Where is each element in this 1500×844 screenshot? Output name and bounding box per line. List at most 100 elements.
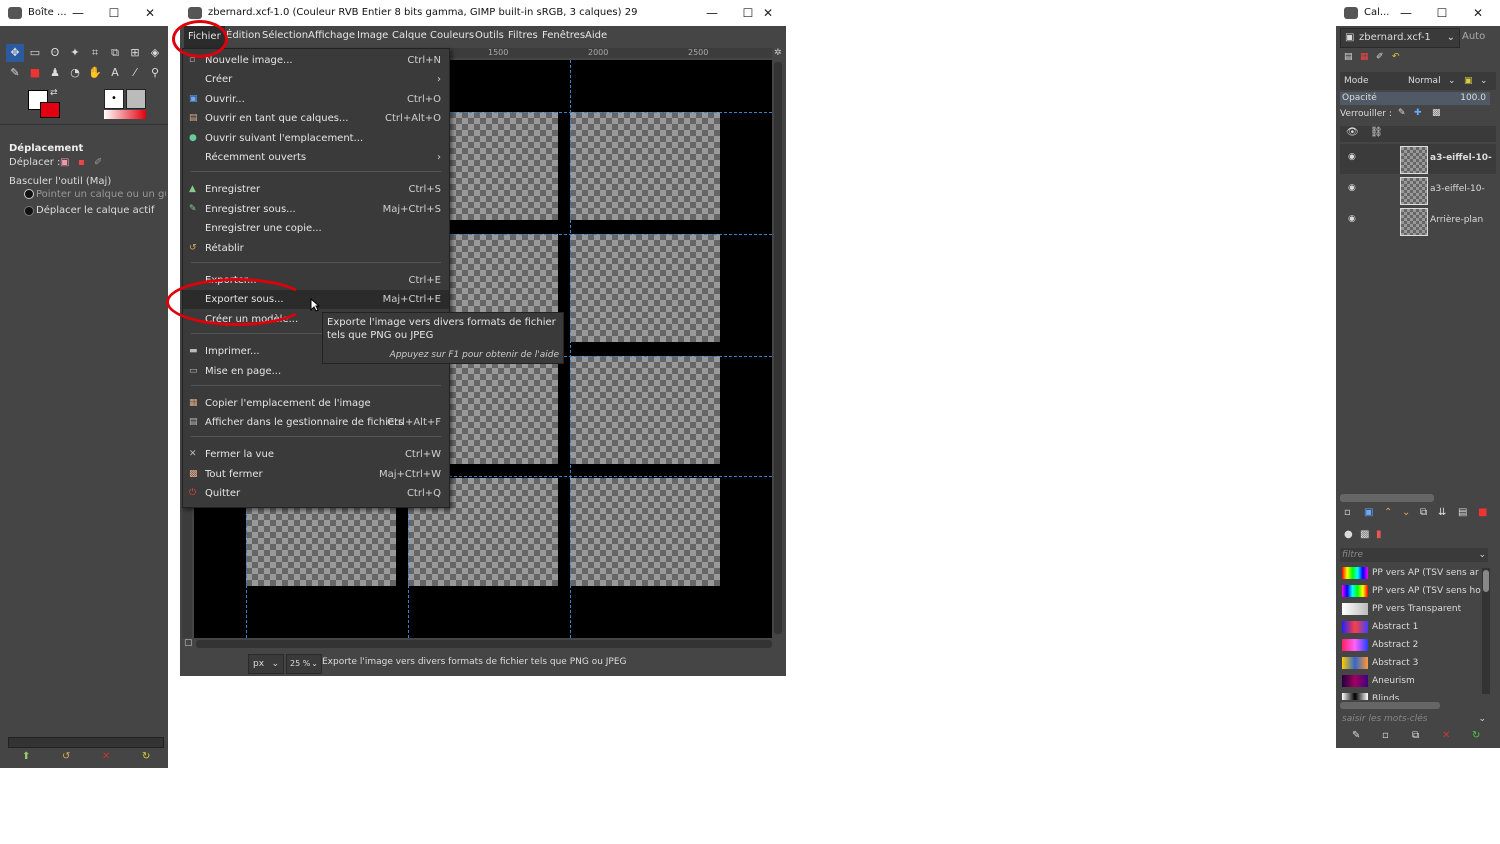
layer-row[interactable]: ◉ Arrière-plan (1340, 206, 1496, 236)
eraser-icon[interactable]: ■ (26, 64, 44, 82)
menu-item-save-copy[interactable]: Enregistrer une copie... (183, 219, 449, 238)
option-pick-layer[interactable]: Pointer un calque ou un guide (36, 189, 166, 200)
menu-item-close-all[interactable]: ▩ Tout fermer Maj+Ctrl+W (183, 465, 449, 484)
chevron-down-icon[interactable]: ⌄ (1480, 72, 1488, 90)
edit-gradient-icon[interactable]: ✎ (1352, 730, 1360, 741)
mode-value[interactable]: Normal (1408, 72, 1441, 90)
option-active-layer[interactable]: Déplacer le calque actif (36, 205, 154, 216)
fuzzy-select-icon[interactable]: ✦ (66, 44, 84, 62)
menu-item-new-image[interactable]: ▫ Nouvelle image... Ctrl+N (183, 51, 449, 70)
mask-icon[interactable]: ▤ (1458, 507, 1467, 518)
unit-select[interactable]: px ⌄ (248, 654, 284, 674)
refresh-icon[interactable]: ↻ (1472, 730, 1480, 741)
rect-select-icon[interactable]: ▭ (26, 44, 44, 62)
menu-item-create[interactable]: Créer › (183, 70, 449, 89)
menu-item-open-location[interactable]: ● Ouvrir suivant l'emplacement... (183, 129, 449, 148)
duplicate-layer-icon[interactable]: ⧉ (1420, 507, 1427, 518)
menu-item-save-as[interactable]: ✎ Enregistrer sous... Maj+Ctrl+S (183, 200, 449, 219)
menu-item-revert[interactable]: ↺ Rétablir (183, 239, 449, 258)
menu-item-open-as-layers[interactable]: ▤ Ouvrir en tant que calques... Ctrl+Alt+O (183, 109, 449, 128)
zoom-select[interactable]: 25 % ⌄ (286, 654, 322, 674)
menu-affichage[interactable]: Affichage (308, 30, 355, 41)
vertical-scrollbar[interactable] (774, 62, 782, 634)
lock-position-icon[interactable]: ✚ (1414, 108, 1422, 118)
navigate-icon[interactable]: ✲ (774, 48, 782, 58)
close-icon[interactable]: ✕ (132, 0, 168, 26)
delete-gradient-icon[interactable]: ✕ (1442, 730, 1450, 741)
minimize-icon[interactable]: — (1388, 0, 1424, 26)
gradients-scrollbar[interactable] (1482, 568, 1490, 694)
lasso-icon[interactable]: ʘ (46, 44, 64, 62)
move-layer-icon[interactable]: ▣ (60, 157, 69, 168)
menu-item-open[interactable]: ▣ Ouvrir... Ctrl+O (183, 90, 449, 109)
delete-layer-icon[interactable]: ■ (1478, 507, 1487, 518)
eye-icon[interactable]: ◉ (1348, 214, 1356, 224)
minimize-icon[interactable]: — (60, 0, 96, 26)
list-item[interactable]: PP vers Transparent (1342, 600, 1482, 618)
maximize-icon[interactable]: ☐ (1424, 0, 1460, 26)
layers-scrollbar[interactable] (1340, 494, 1434, 502)
gradient-preview[interactable] (104, 110, 146, 119)
menu-item-close-view[interactable]: ✕ Fermer la vue Ctrl+W (183, 445, 449, 464)
pattern-preview[interactable] (126, 89, 146, 109)
auto-button[interactable]: Auto (1462, 28, 1496, 46)
image-select[interactable]: ▣ zbernard.xcf-1 ⌄ (1340, 28, 1460, 48)
text-tool-icon[interactable]: A (106, 64, 124, 82)
menu-couleurs[interactable]: Couleurs (430, 30, 474, 41)
paintbrush-icon[interactable]: ✎ (6, 64, 24, 82)
crop-icon[interactable]: ⌗ (86, 44, 104, 62)
duplicate-gradient-icon[interactable]: ⧉ (1412, 730, 1419, 741)
new-layer-icon[interactable]: ▫ (1344, 507, 1351, 518)
menu-selection[interactable]: Sélection (262, 30, 308, 41)
list-item[interactable]: PP vers AP (TSV sens ar (1342, 564, 1482, 582)
close-icon[interactable]: ✕ (750, 0, 786, 26)
list-item[interactable]: Blinds (1342, 690, 1482, 700)
menu-item-quit[interactable]: ⏻ Quitter Ctrl+Q (183, 484, 449, 503)
menu-item-file-manager[interactable]: ▤ Afficher dans le gestionnaire de fichie… (183, 413, 449, 432)
maximize-icon[interactable]: ☐ (96, 0, 132, 26)
composite-mode-icon[interactable]: ▣ (1464, 72, 1473, 90)
lower-layer-icon[interactable]: ⌄ (1402, 507, 1410, 518)
gradients-hscrollbar[interactable] (1340, 702, 1440, 709)
close-icon[interactable]: ✕ (1460, 0, 1496, 26)
undo-tab-icon[interactable]: ↶ (1392, 52, 1400, 62)
menu-fenetres[interactable]: Fenêtres (542, 30, 585, 41)
chevron-down-icon[interactable]: ⌄ (1448, 72, 1456, 90)
radio-active-layer[interactable] (24, 206, 34, 216)
guide[interactable] (570, 60, 571, 638)
horizontal-scrollbar[interactable] (196, 640, 772, 648)
move-tool-icon[interactable]: ✥ (6, 44, 24, 62)
zoom-tool-icon[interactable]: ⚲ (146, 64, 164, 82)
eye-icon[interactable]: ◉ (1348, 152, 1356, 162)
menu-calque[interactable]: Calque (392, 30, 427, 41)
delete-options-icon[interactable]: ✕ (102, 751, 110, 762)
menu-item-copy-location[interactable]: ▦ Copier l'emplacement de l'image (183, 394, 449, 413)
reset-options-icon[interactable]: ↻ (142, 751, 150, 762)
save-options-icon[interactable]: ⬆ (22, 751, 30, 762)
menu-item-page-setup[interactable]: ▭ Mise en page... (183, 362, 449, 381)
lock-alpha-icon[interactable]: ▩ (1432, 108, 1441, 118)
patterns-tab-icon[interactable]: ▩ (1360, 529, 1369, 540)
list-item[interactable]: PP vers AP (TSV sens ho (1342, 582, 1482, 600)
layers-tab-icon[interactable]: ▤ (1344, 52, 1353, 62)
clone-icon[interactable]: ♟ (46, 64, 64, 82)
minimize-icon[interactable]: — (694, 0, 730, 26)
menu-aide[interactable]: Aide (585, 30, 607, 41)
bucket-icon[interactable]: ◈ (146, 44, 164, 62)
transform-icon[interactable]: ⧉ (106, 44, 124, 62)
move-path-icon[interactable]: ✐ (94, 157, 102, 168)
menu-filtres[interactable]: Filtres (508, 30, 538, 41)
menu-image[interactable]: Image (357, 30, 388, 41)
list-item[interactable]: Aneurism (1342, 672, 1482, 690)
move-selection-icon[interactable]: ▪ (78, 157, 85, 168)
smudge-icon[interactable]: ◔ (66, 64, 84, 82)
brush-preview[interactable]: • (104, 89, 124, 109)
layer-row[interactable]: ◉ a3-eiffel-10- (1340, 175, 1496, 205)
opacity-slider[interactable]: Opacité 100.0 (1340, 92, 1490, 105)
color-picker-icon[interactable]: ⁄ (126, 64, 144, 82)
swap-colors-icon[interactable]: ⇄ (50, 88, 58, 98)
new-group-icon[interactable]: ▣ (1364, 507, 1373, 518)
menu-outils[interactable]: Outils (475, 30, 504, 41)
merge-layer-icon[interactable]: ⇊ (1438, 507, 1446, 518)
paths-tab-icon[interactable]: ✐ (1376, 52, 1384, 62)
